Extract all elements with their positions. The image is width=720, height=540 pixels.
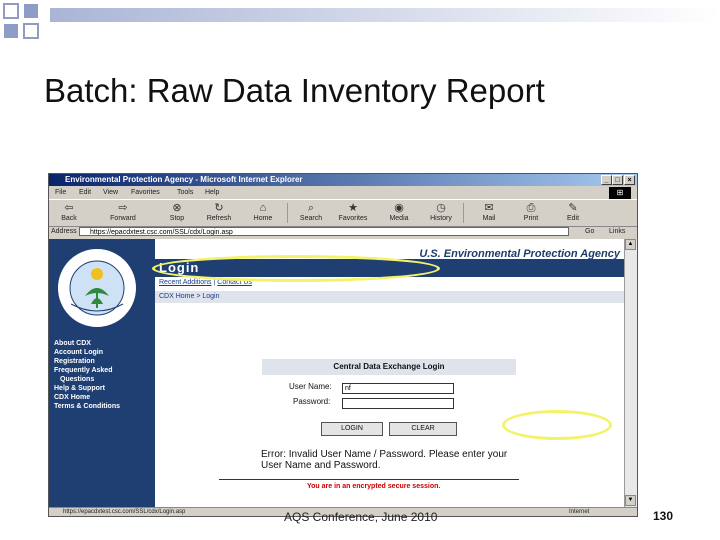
mail-icon: ✉ [484,202,494,214]
divider [219,479,519,480]
vertical-scrollbar[interactable]: ▲ ▼ [624,239,637,507]
media-button[interactable]: ◉ Media [383,201,415,222]
password-label: Password: [293,397,331,406]
menu-favorites[interactable]: Favorites [131,186,160,199]
refresh-icon: ↻ [214,202,224,214]
toolbar-separator [287,203,288,223]
address-bar: Address https://epacdxtest.csc.com/SSL/c… [49,226,637,238]
edit-icon: ✎ [568,202,578,214]
media-icon: ◉ [394,202,404,214]
menu-view[interactable]: View [103,186,118,199]
nav-terms[interactable]: Terms & Conditions [54,402,154,411]
breadcrumb[interactable]: CDX Home > Login [159,293,220,300]
nav-help-support[interactable]: Help & Support [54,384,154,393]
home-icon: ⌂ [259,202,267,214]
secure-session-note: You are in an encrypted secure session. [307,483,441,490]
windows-logo-icon: ⊞ [609,187,631,199]
nav-registration[interactable]: Registration [54,357,154,366]
nav-about-cdx[interactable]: About CDX [54,339,154,348]
left-nav-menu: About CDX Account Login Registration Fre… [54,339,154,411]
back-arrow-icon: ⇦ [64,202,74,214]
stop-button[interactable]: ⊗ Stop [161,201,193,222]
scroll-up-icon[interactable]: ▲ [625,239,636,250]
history-icon: ◷ [436,202,446,214]
left-nav-column: About CDX Account Login Registration Fre… [49,239,155,507]
username-label: User Name: [289,382,332,391]
favorites-icon: ★ [348,202,358,214]
browser-window: Environmental Protection Agency - Micros… [48,173,638,517]
print-button[interactable]: ⎙ Print [515,201,547,222]
go-button[interactable]: Go [585,226,594,238]
history-button[interactable]: ◷ History [425,201,457,222]
edit-button[interactable]: ✎ Edit [557,201,589,222]
password-input[interactable] [342,398,454,409]
clear-button[interactable]: CLEAR [389,422,457,436]
slide-footer: AQS Conference, June 2010 [284,510,438,524]
address-label: Address [51,228,77,235]
menu-file[interactable]: File [55,186,66,199]
toolbar-separator [463,203,464,223]
status-text: https://epacdxtest.csc.com/SSL/cdx/Login… [63,509,186,515]
home-button[interactable]: ⌂ Home [247,201,279,222]
highlight-ellipse-login [152,255,440,282]
close-icon[interactable]: × [624,175,635,185]
decorative-header-squares [3,3,720,39]
nav-account-login[interactable]: Account Login [54,348,154,357]
menu-tools[interactable]: Tools [177,186,193,199]
epa-seal-icon [56,247,138,329]
nav-faq[interactable]: Frequently Asked [54,366,154,375]
search-button[interactable]: ⌕ Search [295,201,327,222]
login-form-heading: Central Data Exchange Login [262,359,516,375]
error-message: Error: Invalid User Name / Password. Ple… [261,449,508,471]
status-zone: Internet [569,509,590,515]
search-icon: ⌕ [307,202,315,214]
menu-help[interactable]: Help [205,186,219,199]
mail-button[interactable]: ✉ Mail [473,201,505,222]
browser-title-bar: Environmental Protection Agency - Micros… [49,174,637,186]
page-number: 130 [653,509,674,523]
favorites-button[interactable]: ★ Favorites [337,201,369,222]
window-title: Environmental Protection Agency - Micros… [65,175,303,184]
slide-title: Batch: Raw Data Inventory Report [44,72,545,109]
address-input[interactable]: https://epacdxtest.csc.com/SSL/cdx/Login… [79,227,569,236]
username-input[interactable]: nf [342,383,454,394]
link-recent-additions[interactable]: Recent Additions [159,279,212,286]
print-icon: ⎙ [526,202,536,214]
breadcrumb-bar: CDX Home > Login [155,291,624,303]
scroll-down-icon[interactable]: ▼ [625,495,636,506]
highlight-ellipse-form [502,410,612,440]
minimize-icon[interactable]: _ [601,175,612,185]
browser-toolbar: ⇦ Back ⇨ Forward ⊗ Stop ↻ Refresh ⌂ Home ⌕ Sea… [49,199,637,227]
stop-icon: ⊗ [172,202,182,214]
refresh-button[interactable]: ↻ Refresh [203,201,235,222]
nav-faq-questions[interactable]: Questions [54,375,154,384]
forward-arrow-icon: ⇨ [118,202,128,214]
back-button[interactable]: ⇦ Back [53,201,85,222]
forward-button[interactable]: ⇨ Forward [107,201,139,222]
maximize-icon[interactable]: □ [612,175,623,185]
links-button[interactable]: Links [609,226,625,238]
nav-cdx-home[interactable]: CDX Home [54,393,154,402]
menu-bar: File Edit View Favorites Tools Help [49,186,637,199]
menu-edit[interactable]: Edit [79,186,91,199]
login-button[interactable]: LOGIN [321,422,383,436]
